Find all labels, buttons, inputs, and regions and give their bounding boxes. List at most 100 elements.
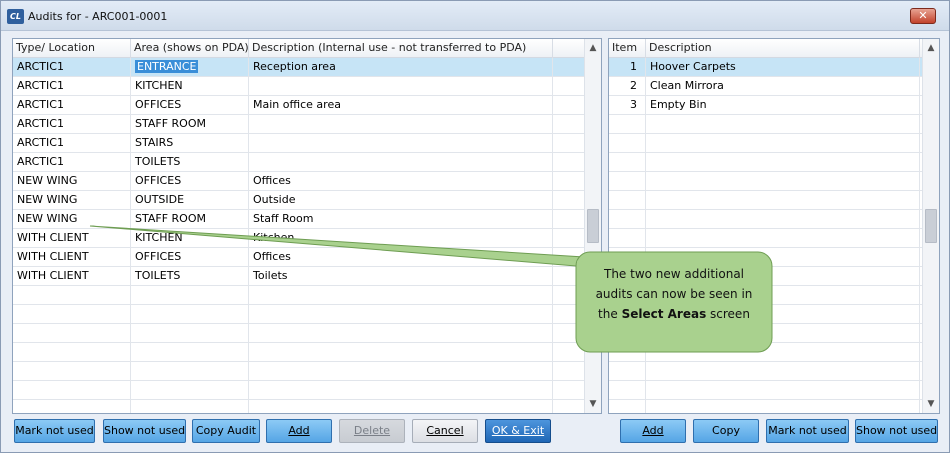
type-location-cell[interactable]: WITH CLIENT xyxy=(13,229,131,247)
type-location-cell[interactable]: ARCTIC1 xyxy=(13,134,131,152)
scroll-thumb[interactable] xyxy=(925,209,937,243)
column-header-item[interactable]: Item xyxy=(609,39,646,58)
description-cell[interactable]: Offices xyxy=(249,248,553,266)
ok-exit-button[interactable]: OK & Exit xyxy=(485,419,551,443)
table-row[interactable]: 1 Hoover Carpets xyxy=(609,58,923,77)
description-cell[interactable]: Offices xyxy=(249,172,553,190)
area-cell[interactable]: STAFF ROOM xyxy=(131,210,249,228)
area-cell[interactable]: KITCHEN xyxy=(131,77,249,95)
table-row[interactable]: 2 Clean Mirrora xyxy=(609,77,923,96)
column-header-area[interactable]: Area (shows on PDA) xyxy=(131,39,249,58)
table-row[interactable]: NEW WING OUTSIDE Outside xyxy=(13,191,585,210)
type-location-cell[interactable]: NEW WING xyxy=(13,210,131,228)
table-row[interactable]: 3 Empty Bin xyxy=(609,96,923,115)
table-row[interactable]: NEW WING OFFICES Offices xyxy=(13,172,585,191)
table-row[interactable]: NEW WING STAFF ROOM Staff Room xyxy=(13,210,585,229)
item-number-cell[interactable]: 1 xyxy=(609,58,646,76)
type-location-cell[interactable]: NEW WING xyxy=(13,191,131,209)
table-row[interactable]: ARCTIC1 STAIRS xyxy=(13,134,585,153)
blank-cell xyxy=(553,324,585,342)
description-cell[interactable]: Kitchen xyxy=(249,229,553,247)
empty-table-row xyxy=(13,286,585,305)
copy-audit-button[interactable]: Copy Audit xyxy=(192,419,260,443)
table-row[interactable]: WITH CLIENT TOILETS Toilets xyxy=(13,267,585,286)
area-cell[interactable]: ENTRANCE xyxy=(131,58,249,76)
item-show-not-used-button[interactable]: Show not used xyxy=(855,419,938,443)
table-row[interactable]: WITH CLIENT KITCHEN Kitchen xyxy=(13,229,585,248)
description-cell[interactable]: Main office area xyxy=(249,96,553,114)
audit-items-scrollbar[interactable]: ▲ ▼ xyxy=(922,39,939,413)
close-button[interactable]: ✕ xyxy=(910,8,936,24)
area-cell[interactable]: OFFICES xyxy=(131,172,249,190)
empty-table-row xyxy=(609,343,923,362)
add-item-button[interactable]: Add xyxy=(620,419,686,443)
area-cell[interactable]: OFFICES xyxy=(131,248,249,266)
type-location-cell[interactable]: ARCTIC1 xyxy=(13,77,131,95)
area-cell[interactable]: STAIRS xyxy=(131,134,249,152)
item-description-cell[interactable]: Clean Mirrora xyxy=(646,77,920,95)
area-cell[interactable]: TOILETS xyxy=(131,267,249,285)
area-cell[interactable]: KITCHEN xyxy=(131,229,249,247)
empty-table-row xyxy=(609,400,923,413)
scroll-up-icon[interactable]: ▲ xyxy=(923,40,939,56)
type-location-cell[interactable]: WITH CLIENT xyxy=(13,248,131,266)
item-description-cell[interactable]: Empty Bin xyxy=(646,96,920,114)
description-cell[interactable] xyxy=(249,134,553,152)
table-row[interactable]: ARCTIC1 ENTRANCE Reception area xyxy=(13,58,585,77)
table-row[interactable]: ARCTIC1 KITCHEN xyxy=(13,77,585,96)
description-cell[interactable]: Staff Room xyxy=(249,210,553,228)
scroll-thumb[interactable] xyxy=(587,209,599,243)
area-cell[interactable]: OFFICES xyxy=(131,96,249,114)
column-header-item-description[interactable]: Description xyxy=(646,39,920,58)
item-number-cell[interactable]: 3 xyxy=(609,96,646,114)
area-cell xyxy=(131,343,249,361)
description-cell[interactable]: Reception area xyxy=(249,58,553,76)
mark-not-used-button[interactable]: Mark not used xyxy=(14,419,95,443)
scroll-up-icon[interactable]: ▲ xyxy=(585,40,601,56)
empty-table-row xyxy=(13,324,585,343)
copy-button[interactable]: Copy xyxy=(693,419,759,443)
item-description-cell xyxy=(646,229,920,247)
type-location-cell[interactable]: ARCTIC1 xyxy=(13,115,131,133)
scroll-down-icon[interactable]: ▼ xyxy=(585,396,601,412)
delete-button[interactable]: Delete xyxy=(339,419,405,443)
callout-line-3-prefix: the xyxy=(598,307,622,321)
description-cell[interactable]: Outside xyxy=(249,191,553,209)
show-not-used-button[interactable]: Show not used xyxy=(103,419,186,443)
callout-bold-text: Select Areas xyxy=(621,307,707,321)
item-number-cell xyxy=(609,381,646,399)
scroll-down-icon[interactable]: ▼ xyxy=(923,396,939,412)
column-header-type-location[interactable]: Type/ Location xyxy=(13,39,131,58)
callout-line-2: audits can now be seen in xyxy=(595,287,753,301)
item-number-cell xyxy=(609,172,646,190)
type-location-cell[interactable]: NEW WING xyxy=(13,172,131,190)
description-cell[interactable] xyxy=(249,153,553,171)
table-row[interactable]: WITH CLIENT OFFICES Offices xyxy=(13,248,585,267)
empty-table-row xyxy=(609,362,923,381)
item-mark-not-used-button[interactable]: Mark not used xyxy=(766,419,849,443)
area-cell[interactable]: TOILETS xyxy=(131,153,249,171)
column-header-description[interactable]: Description (Internal use - not transfer… xyxy=(249,39,553,58)
item-description-cell[interactable]: Hoover Carpets xyxy=(646,58,920,76)
area-edit-highlight[interactable]: ENTRANCE xyxy=(135,60,199,73)
table-row[interactable]: ARCTIC1 STAFF ROOM xyxy=(13,115,585,134)
areas-grid-scrollbar[interactable]: ▲ ▼ xyxy=(584,39,601,413)
table-row[interactable]: ARCTIC1 TOILETS xyxy=(13,153,585,172)
item-description-cell xyxy=(646,134,920,152)
table-row[interactable]: ARCTIC1 OFFICES Main office area xyxy=(13,96,585,115)
type-location-cell[interactable]: WITH CLIENT xyxy=(13,267,131,285)
description-cell[interactable]: Toilets xyxy=(249,267,553,285)
type-location-cell[interactable]: ARCTIC1 xyxy=(13,153,131,171)
description-cell[interactable] xyxy=(249,115,553,133)
cancel-button[interactable]: Cancel xyxy=(412,419,478,443)
area-cell[interactable]: OUTSIDE xyxy=(131,191,249,209)
item-number-cell[interactable]: 2 xyxy=(609,77,646,95)
type-location-cell[interactable]: ARCTIC1 xyxy=(13,96,131,114)
add-area-button[interactable]: Add xyxy=(266,419,332,443)
description-cell[interactable] xyxy=(249,77,553,95)
type-location-cell[interactable]: ARCTIC1 xyxy=(13,58,131,76)
empty-table-row xyxy=(13,305,585,324)
item-description-cell xyxy=(646,381,920,399)
area-cell[interactable]: STAFF ROOM xyxy=(131,115,249,133)
item-number-cell xyxy=(609,115,646,133)
